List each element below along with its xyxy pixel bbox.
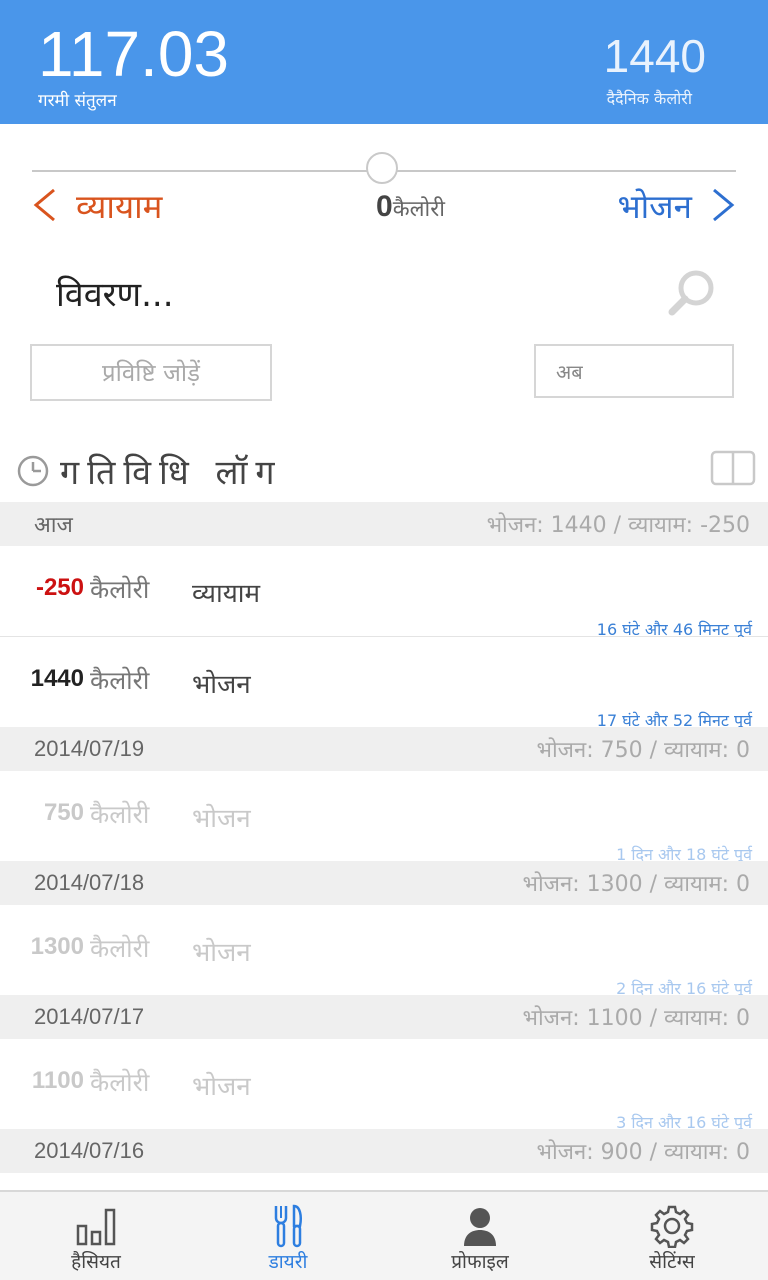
entry-amount: 1100: [31, 1067, 84, 1094]
exercise-label: व्यायाम: [76, 186, 163, 226]
entry-unit: कैलोरी: [90, 800, 150, 829]
tab-status-label: हैसियत: [71, 1251, 121, 1273]
log-entry[interactable]: 1300 कैलोरी भोजन 2 दिन और 16 घंटे पूर्व: [0, 905, 768, 998]
entry-type: व्यायाम: [192, 579, 261, 609]
entry-amount: 1440: [30, 665, 84, 692]
entry-type: भोजन: [192, 804, 251, 834]
status-header: 117.03 गरमी संतुलन 1440 दैदैनिक कैलोरी: [0, 0, 768, 124]
daily-calories-value: 1440: [603, 30, 706, 82]
tab-profile[interactable]: प्रोफाइल: [384, 1192, 576, 1280]
log-entry[interactable]: -250 कैलोरी व्यायाम 16 घंटे और 46 मिनट प…: [0, 546, 768, 639]
activity-log-title: गतिविधि लॉग: [60, 453, 283, 493]
time-field[interactable]: अब: [534, 344, 734, 398]
entry-unit: कैलोरी: [90, 1068, 150, 1097]
entry-unit: कैलोरी: [90, 575, 150, 604]
selected-calories: 0कैलोरी: [376, 190, 445, 224]
day-header: आज भोजन: 1440 / व्यायाम: -250: [0, 502, 768, 546]
day-date: 2014/07/17: [34, 1004, 145, 1029]
selected-calories-value: 0: [376, 190, 393, 223]
tab-diary[interactable]: डायरी: [192, 1192, 384, 1280]
entry-amount: 1300: [30, 933, 84, 960]
fork-knife-icon: [274, 1204, 302, 1248]
activity-log-heading: गतिविधि लॉग: [16, 448, 283, 494]
day-summary: भोजन: 750 / व्यायाम: 0: [536, 738, 751, 763]
day-header: 2014/07/18 भोजन: 1300 / व्यायाम: 0: [0, 861, 768, 905]
day-header: 2014/07/16 भोजन: 900 / व्यायाम: 0: [0, 1129, 768, 1173]
selected-calories-unit: कैलोरी: [392, 197, 445, 222]
tab-profile-label: प्रोफाइल: [451, 1251, 509, 1273]
book-icon[interactable]: [710, 450, 756, 486]
gear-icon: [650, 1205, 694, 1248]
food-selector[interactable]: भोजन: [617, 180, 738, 230]
day-date: 2014/07/19: [34, 736, 145, 761]
daily-calories-label: दैदैनिक कैलोरी: [606, 89, 692, 108]
log-entry[interactable]: 750 कैलोरी भोजन 1 दिन और 18 घंटे पूर्व: [0, 771, 768, 864]
day-date: 2014/07/18: [34, 870, 145, 895]
entry-type: भोजन: [192, 670, 251, 700]
exercise-selector[interactable]: व्यायाम: [30, 180, 162, 230]
search-icon[interactable]: [664, 266, 720, 322]
day-date: आज: [34, 513, 73, 538]
heat-balance-value: 117.03: [38, 18, 229, 90]
entry-amount: 750: [43, 799, 84, 826]
bar-chart-icon: [76, 1208, 116, 1246]
day-summary: भोजन: 1300 / व्यायाम: 0: [522, 872, 751, 897]
log-entry[interactable]: 1100 कैलोरी भोजन 3 दिन और 16 घंटे पूर्व: [0, 1039, 768, 1132]
day-summary: भोजन: 900 / व्यायाम: 0: [536, 1140, 751, 1165]
entry-type: भोजन: [192, 1072, 251, 1102]
chevron-right-icon: [713, 188, 735, 222]
day-header: 2014/07/17 भोजन: 1100 / व्यायाम: 0: [0, 995, 768, 1039]
description-input[interactable]: [54, 262, 618, 324]
activity-log-list[interactable]: आज भोजन: 1440 / व्यायाम: -250 -250 कैलोर…: [0, 502, 768, 1190]
entry-type: भोजन: [192, 938, 251, 968]
tab-settings[interactable]: सेटिंग्स: [576, 1192, 768, 1280]
tab-status[interactable]: हैसियत: [0, 1192, 192, 1280]
entry-amount: -250: [35, 574, 84, 601]
tab-settings-label: सेटिंग्स: [649, 1251, 695, 1273]
log-entry[interactable]: 1440 कैलोरी भोजन 17 घंटे और 52 मिनट पूर्…: [0, 637, 768, 730]
day-header: 2014/07/19 भोजन: 750 / व्यायाम: 0: [0, 727, 768, 771]
chevron-left-icon: [33, 188, 55, 222]
day-summary: भोजन: 1440 / व्यायाम: -250: [486, 513, 750, 538]
person-icon: [464, 1208, 496, 1246]
food-label: भोजन: [617, 186, 692, 226]
clock-icon: [17, 455, 49, 487]
heat-balance-label: गरमी संतुलन: [38, 91, 117, 111]
calorie-slider-handle[interactable]: [366, 152, 398, 184]
entry-unit: कैलोरी: [90, 666, 150, 695]
day-summary: भोजन: 1100 / व्यायाम: 0: [522, 1006, 751, 1031]
day-date: 2014/07/16: [34, 1138, 145, 1163]
bottom-tab-bar: हैसियत डायरी प्रोफाइल सेटिंग्स: [0, 1190, 768, 1280]
entry-unit: कैलोरी: [90, 934, 150, 963]
tab-diary-label: डायरी: [268, 1251, 308, 1273]
add-entry-button[interactable]: प्रविष्टि जोड़ें: [30, 344, 272, 401]
